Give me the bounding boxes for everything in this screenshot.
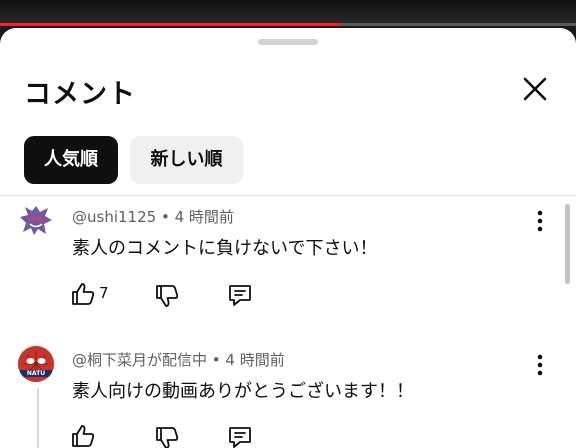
more-options-icon[interactable] xyxy=(528,352,552,378)
more-options-icon[interactable] xyxy=(528,208,552,234)
thumb-up-icon[interactable] xyxy=(70,423,96,448)
comments-sheet: コメント 人気順 新しい順 @ushi1125 • 4 時間前 素人のコメントに… xyxy=(0,28,576,448)
ghost-avatar-icon xyxy=(20,206,52,235)
comment-meta: @ushi1125 • 4 時間前 xyxy=(72,206,234,227)
comment-time: 4 時間前 xyxy=(174,208,234,226)
avatar-ushi1125[interactable] xyxy=(18,202,54,238)
comment-text: 素人向けの動画ありがとうございます！！ xyxy=(72,381,414,402)
comment-meta: @桐下菜月が配信中 • 4 時間前 xyxy=(72,349,285,370)
sort-chip-popular[interactable]: 人気順 xyxy=(24,136,118,184)
close-icon[interactable] xyxy=(519,73,551,105)
comment-author[interactable]: @桐下菜月が配信中 xyxy=(72,351,207,369)
thumb-up-icon[interactable] xyxy=(70,281,96,311)
avatar-natsuki[interactable]: NATU xyxy=(18,346,54,382)
thumb-down-icon[interactable] xyxy=(154,283,180,313)
header-divider xyxy=(0,195,576,196)
video-progress-fill xyxy=(0,23,340,26)
comment-author[interactable]: @ushi1125 xyxy=(72,208,156,226)
video-player-strip xyxy=(0,0,576,26)
avatar-text: NATU xyxy=(26,370,46,377)
scrollbar[interactable] xyxy=(565,204,570,284)
sort-chip-newest[interactable]: 新しい順 xyxy=(130,136,243,184)
video-progress-bar[interactable] xyxy=(0,23,576,26)
thumb-down-icon[interactable] xyxy=(154,425,180,448)
meta-separator: • xyxy=(207,351,226,369)
reply-icon[interactable] xyxy=(227,282,253,312)
drag-handle[interactable] xyxy=(258,39,318,45)
meta-separator: • xyxy=(156,208,175,226)
reply-icon[interactable] xyxy=(227,424,253,448)
like-count: 7 xyxy=(99,284,109,302)
comment-text: 素人のコメントに負けないで下さい！ xyxy=(72,238,378,259)
sheet-title: コメント xyxy=(24,79,136,110)
reply-thread-line xyxy=(37,388,39,448)
comment-time: 4 時間前 xyxy=(225,351,285,369)
